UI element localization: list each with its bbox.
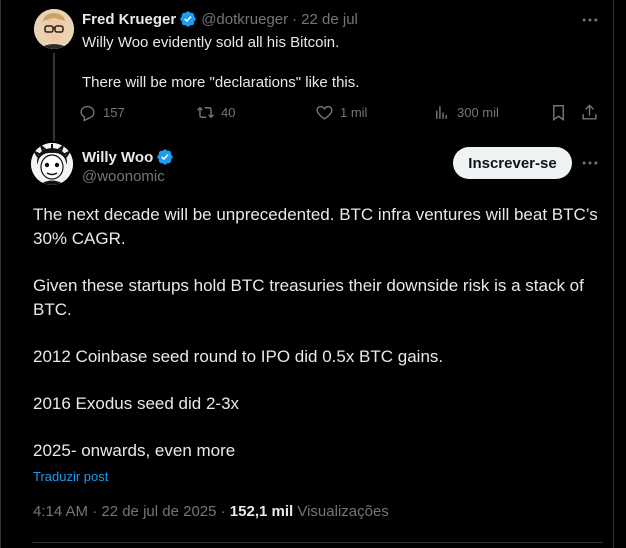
main-author-header: Willy Woo: [82, 148, 178, 166]
author-handle[interactable]: @woonomic: [82, 168, 165, 185]
views-count: 152,1 mil: [229, 503, 294, 520]
author-name[interactable]: Fred Krueger: [82, 11, 176, 28]
views-icon: [436, 106, 447, 119]
tweet-paragraph: 2012 Coinbase seed round to IPO did 0.5x…: [33, 347, 444, 366]
verified-badge-icon: [180, 11, 196, 27]
divider: [32, 542, 603, 543]
views-label: Visualizações: [293, 503, 389, 520]
tweet-paragraph: The next decade will be unprecedented. B…: [33, 205, 598, 248]
share-button[interactable]: [580, 103, 605, 122]
reply-button[interactable]: 157: [78, 103, 125, 122]
right-border: [613, 0, 614, 548]
reply-count: 157: [103, 105, 125, 120]
parent-tweet[interactable]: Fred Krueger @dotkrueger · 22 de jul Wil…: [0, 0, 613, 141]
tweet-paragraph: 2025- onwards, even more: [33, 441, 236, 460]
tweet-paragraph: 2016 Exodus seed did 2-3x: [33, 394, 240, 413]
more-options-icon[interactable]: [580, 10, 600, 35]
parent-text-line-2: There will be more "declarations" like t…: [82, 74, 360, 91]
repost-count: 40: [221, 105, 236, 120]
heart-icon: [316, 105, 333, 120]
follow-button[interactable]: Inscrever-se: [453, 147, 572, 179]
reply-icon: [80, 105, 95, 122]
repost-button[interactable]: 40: [196, 103, 235, 122]
verified-badge-icon: [157, 149, 173, 165]
avatar[interactable]: [31, 143, 73, 185]
tweet-date[interactable]: 22 de jul: [301, 11, 358, 28]
thread-line: [53, 53, 55, 141]
like-count: 1 mil: [340, 105, 368, 120]
bookmark-icon: [553, 105, 564, 121]
parent-header: Fred Krueger @dotkrueger · 22 de jul: [82, 10, 358, 28]
tweet-body: The next decade will be unprecedented. B…: [33, 203, 603, 463]
like-button[interactable]: 1 mil: [315, 103, 367, 122]
views-button[interactable]: 300 mil: [432, 103, 499, 122]
action-bar: 157 40 1 mil 300 mil: [78, 103, 602, 125]
tweet-meta: 4:14 AM · 22 de jul de 2025 · 152,1 mil …: [33, 503, 389, 520]
tweet-paragraph: Given these startups hold BTC treasuries…: [33, 276, 584, 319]
timestamp[interactable]: 4:14 AM · 22 de jul de 2025 ·: [33, 503, 230, 520]
translate-link[interactable]: Traduzir post: [33, 469, 108, 484]
repost-icon: [197, 106, 214, 119]
views-count: 300 mil: [457, 105, 499, 120]
author-handle[interactable]: @dotkrueger: [201, 11, 288, 28]
share-icon: [582, 104, 597, 120]
author-name[interactable]: Willy Woo: [82, 149, 153, 166]
bookmark-button[interactable]: [549, 103, 574, 122]
separator-dot: ·: [292, 10, 298, 28]
avatar[interactable]: [34, 9, 74, 49]
more-options-icon[interactable]: [580, 153, 600, 178]
parent-text-line-1: Willy Woo evidently sold all his Bitcoin…: [82, 34, 340, 51]
